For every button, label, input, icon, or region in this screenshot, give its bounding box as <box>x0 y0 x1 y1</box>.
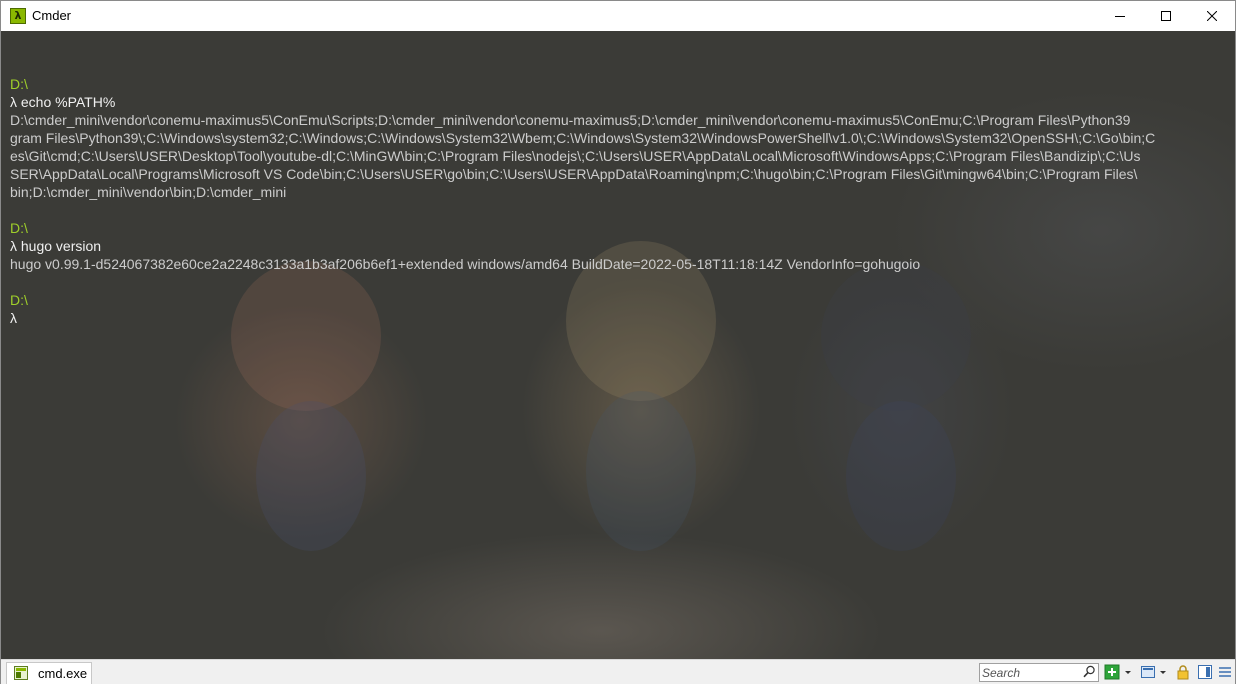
minimize-icon <box>1115 16 1125 17</box>
dropdown-icon[interactable] <box>1123 664 1133 680</box>
menu-icon[interactable] <box>1217 664 1233 680</box>
status-bar: cmd.exe <box>1 659 1235 684</box>
terminal-line-out: gram Files\Python39\;C:\Windows\system32… <box>10 130 1156 146</box>
new-console-icon[interactable] <box>1104 664 1120 680</box>
background-body-right <box>846 401 956 551</box>
terminal-output[interactable]: D:\ λ echo %PATH% D:\cmder_mini\vendor\con… <box>10 57 1155 327</box>
window-title: Cmder <box>32 8 72 23</box>
close-button[interactable] <box>1189 1 1235 31</box>
background-body-left <box>256 401 366 551</box>
terminal-line-out: D:\cmder_mini\vendor\conemu-maximus5\Con… <box>10 112 1131 128</box>
console-tab-label: cmd.exe <box>38 666 88 681</box>
lock-icon[interactable] <box>1175 664 1191 680</box>
lambda-icon[interactable]: λ <box>10 8 26 24</box>
terminal-line-out: es\Git\cmd;C:\Users\USER\Desktop\Tool\yo… <box>10 148 1141 164</box>
close-icon <box>1207 11 1217 21</box>
terminal-line-cmd: λ echo %PATH% <box>10 94 116 110</box>
terminal-line-path: D:\ <box>10 220 28 236</box>
search-icon[interactable] <box>1083 665 1096 678</box>
cmder-window: λ Cmder D:\ λ echo %PATH% D:\cmder_mini\ve… <box>0 0 1236 684</box>
terminal-line-cmd: λ <box>10 310 17 326</box>
search-box[interactable] <box>979 663 1099 682</box>
terminal-line-cmd: λ hugo version <box>10 238 102 254</box>
minimize-button[interactable] <box>1097 1 1143 31</box>
terminal-line-path: D:\ <box>10 292 28 308</box>
maximize-icon <box>1161 11 1171 21</box>
background-body-middle <box>586 391 696 551</box>
split-view-icon[interactable] <box>1140 664 1156 680</box>
terminal-line-out: hugo v0.99.1-d524067382e60ce2a2248c3133a… <box>10 256 921 272</box>
console-area[interactable]: D:\ λ echo %PATH% D:\cmder_mini\vendor\con… <box>1 31 1235 659</box>
search-input[interactable] <box>982 665 1082 680</box>
maximize-button[interactable] <box>1143 1 1189 31</box>
terminal-line-path: D:\ <box>10 76 28 92</box>
console-tab[interactable]: cmd.exe <box>6 662 92 684</box>
dropdown-icon[interactable] <box>1158 664 1168 680</box>
terminal-line-out: bin;D:\cmder_mini\vendor\bin;D:\cmder_mi… <box>10 184 287 200</box>
panel-icon[interactable] <box>1197 664 1213 680</box>
title-bar[interactable]: λ Cmder <box>1 1 1235 31</box>
terminal-line-out: SER\AppData\Local\Programs\Microsoft VS … <box>10 166 1138 182</box>
cmd-tab-icon <box>14 666 28 680</box>
